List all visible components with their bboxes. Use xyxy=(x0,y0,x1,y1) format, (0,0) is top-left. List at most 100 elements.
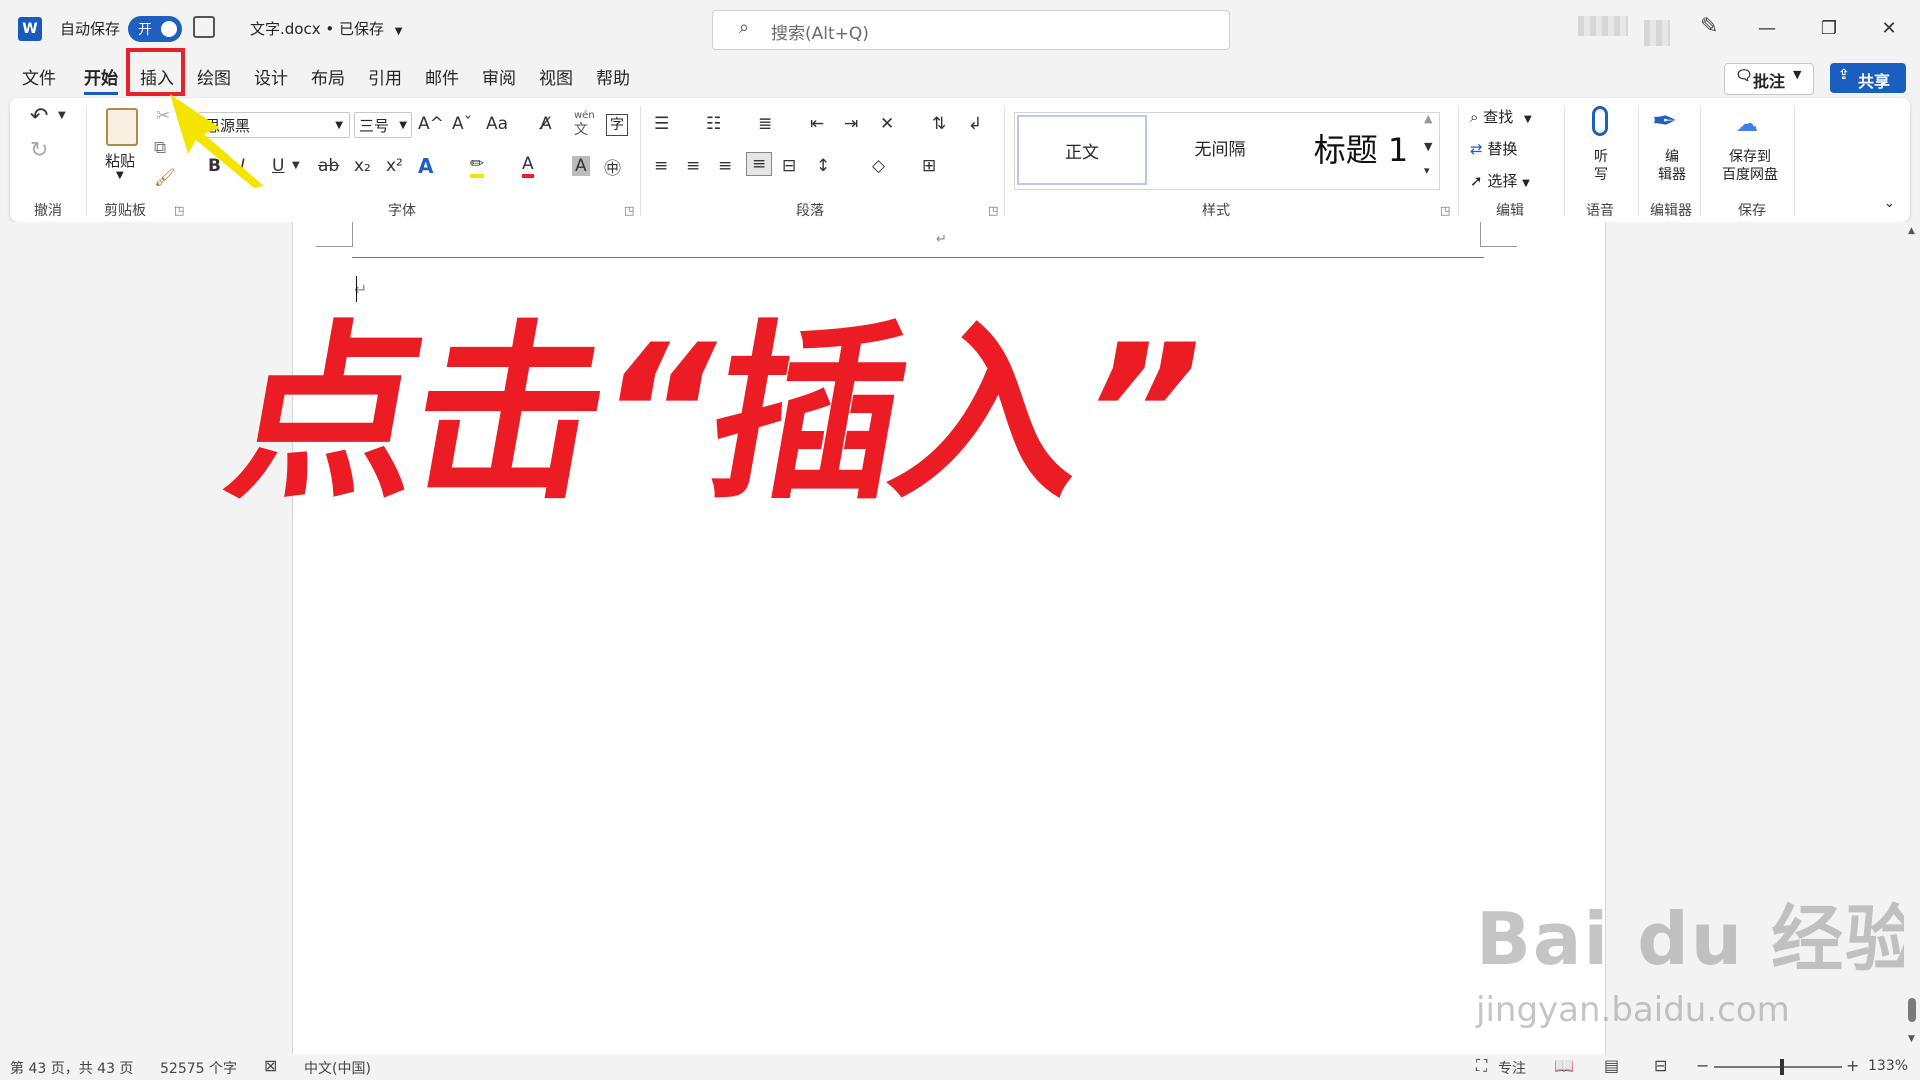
zoom-out-button[interactable]: − xyxy=(1696,1056,1709,1075)
collapse-ribbon-icon[interactable]: ⌄ xyxy=(1884,196,1895,211)
zoom-in-button[interactable]: + xyxy=(1846,1056,1859,1075)
cloud-icon[interactable]: ☁ xyxy=(1736,112,1758,137)
char-shading-icon[interactable]: A xyxy=(572,156,590,176)
scroll-thumb[interactable] xyxy=(1908,998,1916,1022)
read-mode-icon[interactable]: 📖 xyxy=(1554,1056,1574,1075)
align-right-icon[interactable]: ≡ xyxy=(718,156,732,176)
multilevel-list-icon[interactable]: ≣ xyxy=(758,114,772,134)
underline-icon[interactable]: U xyxy=(272,156,284,176)
font-color-icon[interactable]: A xyxy=(522,154,534,178)
phonetic-guide-icon[interactable]: wén 文 xyxy=(574,110,595,139)
language[interactable]: 中文(中国) xyxy=(304,1058,371,1078)
tab-view[interactable]: 视图 xyxy=(539,66,573,92)
tab-layout[interactable]: 布局 xyxy=(311,66,345,92)
microphone-icon[interactable] xyxy=(1592,106,1608,136)
autosave-toggle[interactable]: 开 xyxy=(128,16,182,42)
zoom-slider-thumb[interactable] xyxy=(1780,1059,1784,1075)
paste-icon[interactable] xyxy=(106,108,138,146)
avatar[interactable] xyxy=(1644,20,1670,46)
borders-icon[interactable]: ⊞ xyxy=(922,156,936,176)
dialog-launcher-icon[interactable]: ◳ xyxy=(174,204,184,217)
tab-home[interactable]: 开始 xyxy=(84,66,118,92)
replace-button[interactable]: ⇄ 替换 xyxy=(1470,138,1517,159)
share-button[interactable]: ⇪ 共享 xyxy=(1830,63,1906,93)
align-left-icon[interactable]: ≡ xyxy=(654,156,668,176)
dictate-button[interactable]: 听 写 xyxy=(1594,148,1608,184)
tab-file[interactable]: 文件 xyxy=(22,66,56,92)
editor-icon[interactable]: ✒ xyxy=(1652,104,1677,139)
distributed-icon[interactable]: ⊟ xyxy=(782,156,796,176)
dialog-launcher-icon[interactable]: ◳ xyxy=(1440,204,1450,217)
group-label-save: 保存 xyxy=(1738,203,1766,219)
undo-icon[interactable]: ↶ xyxy=(30,104,48,129)
find-button[interactable]: ⌕ 查找 ▼ xyxy=(1470,106,1532,127)
comments-button[interactable]: 🗨 批注 ▼ xyxy=(1724,63,1814,95)
highlight-icon[interactable]: ✏ xyxy=(470,154,485,178)
dialog-launcher-icon[interactable]: ◳ xyxy=(624,204,634,217)
shading-icon[interactable]: ◇ xyxy=(872,156,885,176)
text-direction-icon[interactable]: ✕ xyxy=(880,114,894,134)
strikethrough-icon[interactable]: ab xyxy=(318,156,339,176)
account-name[interactable] xyxy=(1578,16,1628,36)
sort-icon[interactable]: ⇅ xyxy=(932,114,946,134)
dialog-launcher-icon[interactable]: ◳ xyxy=(988,204,998,217)
enclose-char-icon[interactable]: 字 xyxy=(606,114,628,136)
chevron-up-icon[interactable]: ▲ xyxy=(1424,112,1432,125)
text-effects-icon[interactable]: A xyxy=(418,154,433,178)
web-layout-icon[interactable]: ⊟ xyxy=(1654,1056,1667,1075)
shrink-font-icon[interactable]: Aˇ xyxy=(452,114,472,134)
word-count[interactable]: 52575 个字 xyxy=(160,1058,237,1078)
focus-icon[interactable]: ⛶ xyxy=(1476,1056,1487,1076)
gallery-more-icon[interactable]: ▾ xyxy=(1424,164,1430,177)
save-icon[interactable] xyxy=(193,16,215,38)
zoom-slider-track[interactable] xyxy=(1714,1066,1842,1068)
chevron-down-icon[interactable]: ▼ xyxy=(1424,140,1432,153)
dictate-label-1: 听 xyxy=(1594,149,1608,165)
tab-review[interactable]: 审阅 xyxy=(482,66,516,92)
tab-help[interactable]: 帮助 xyxy=(596,66,630,92)
decrease-indent-icon[interactable]: ⇤ xyxy=(810,114,824,134)
style-no-spacing[interactable]: 无间隔 xyxy=(1155,114,1285,186)
zoom-level[interactable]: 133% xyxy=(1868,1058,1908,1074)
justify-icon[interactable]: ≡ xyxy=(746,152,773,176)
proofing-icon[interactable]: ⊠ xyxy=(264,1056,277,1075)
style-heading-1[interactable]: 标题 1 xyxy=(1291,114,1431,186)
grow-font-icon[interactable]: A^ xyxy=(418,114,444,134)
editor-button[interactable]: 编 辑器 xyxy=(1658,148,1686,184)
font-size-box[interactable]: 三号 ▼ xyxy=(354,112,412,138)
close-button[interactable]: ✕ xyxy=(1866,9,1912,49)
vertical-scrollbar[interactable]: ▲ ▼ xyxy=(1904,222,1920,1054)
increase-indent-icon[interactable]: ⇥ xyxy=(844,114,858,134)
document-title[interactable]: 文字.docx • 已保存 ▼ xyxy=(250,18,402,39)
search-box[interactable]: ⌕ 搜索(Alt+Q) xyxy=(712,10,1230,50)
clear-format-icon[interactable]: A̸ xyxy=(540,114,552,134)
align-center-icon[interactable]: ≡ xyxy=(686,156,700,176)
chevron-down-icon: ▼ xyxy=(1793,68,1802,81)
restore-button[interactable]: ❐ xyxy=(1806,9,1852,49)
scroll-up-icon[interactable]: ▲ xyxy=(1908,226,1915,236)
pen-icon[interactable]: ✎ xyxy=(1700,14,1718,39)
chevron-down-icon[interactable]: ▼ xyxy=(292,160,300,171)
chevron-down-icon[interactable]: ▼ xyxy=(58,110,66,121)
char-border-icon[interactable]: ㊥ xyxy=(604,154,621,179)
show-marks-icon[interactable]: ↲ xyxy=(968,114,982,134)
minimize-button[interactable]: — xyxy=(1744,9,1790,49)
superscript-icon[interactable]: x² xyxy=(386,156,403,176)
select-button[interactable]: ➚ 选择 ▼ xyxy=(1470,170,1530,191)
chevron-down-icon[interactable]: ▼ xyxy=(116,170,124,181)
line-spacing-icon[interactable]: ↕ xyxy=(816,156,830,176)
style-normal[interactable]: 正文 xyxy=(1017,115,1147,185)
tab-references[interactable]: 引用 xyxy=(368,66,402,92)
scroll-down-icon[interactable]: ▼ xyxy=(1908,1034,1915,1044)
save-to-baidu-button[interactable]: 保存到 百度网盘 xyxy=(1722,148,1778,184)
bullets-icon[interactable]: ☰ xyxy=(654,114,669,134)
page-count[interactable]: 第 43 页，共 43 页 xyxy=(10,1058,133,1078)
numbering-icon[interactable]: ☷ xyxy=(706,114,721,134)
paste-label[interactable]: 粘贴 xyxy=(105,150,135,171)
subscript-icon[interactable]: x₂ xyxy=(354,156,371,176)
focus-mode[interactable]: 专注 xyxy=(1498,1058,1526,1078)
tab-mailings[interactable]: 邮件 xyxy=(425,66,459,92)
print-layout-icon[interactable]: ▤ xyxy=(1604,1056,1619,1075)
redo-icon[interactable]: ↻ xyxy=(30,138,48,163)
change-case-icon[interactable]: Aa xyxy=(486,114,508,134)
